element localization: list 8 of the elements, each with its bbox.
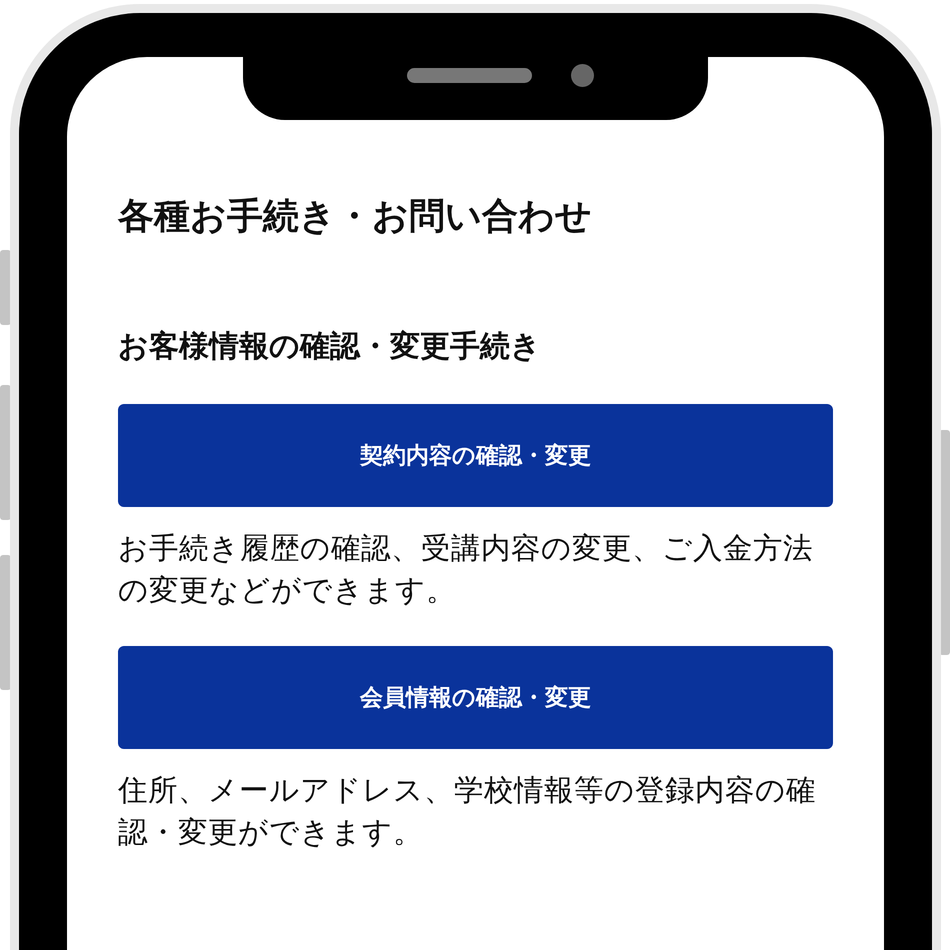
action-description: お手続き履歴の確認、受講内容の変更、ご入金方法の変更などができます。: [118, 530, 814, 609]
section-title: お客様情報の確認・変更手続き: [118, 328, 542, 366]
action-description: 住所、メールアドレス、学校情報等の登録内容の確認・変更ができます。: [118, 772, 817, 851]
page-title: 各種お手続き・お問い合わせ: [118, 195, 593, 239]
action-button[interactable]: 契約内容の確認・変更: [118, 404, 833, 507]
camera-icon: [571, 64, 594, 87]
speaker-icon: [407, 68, 532, 83]
action-button[interactable]: 会員情報の確認・変更: [118, 646, 833, 749]
